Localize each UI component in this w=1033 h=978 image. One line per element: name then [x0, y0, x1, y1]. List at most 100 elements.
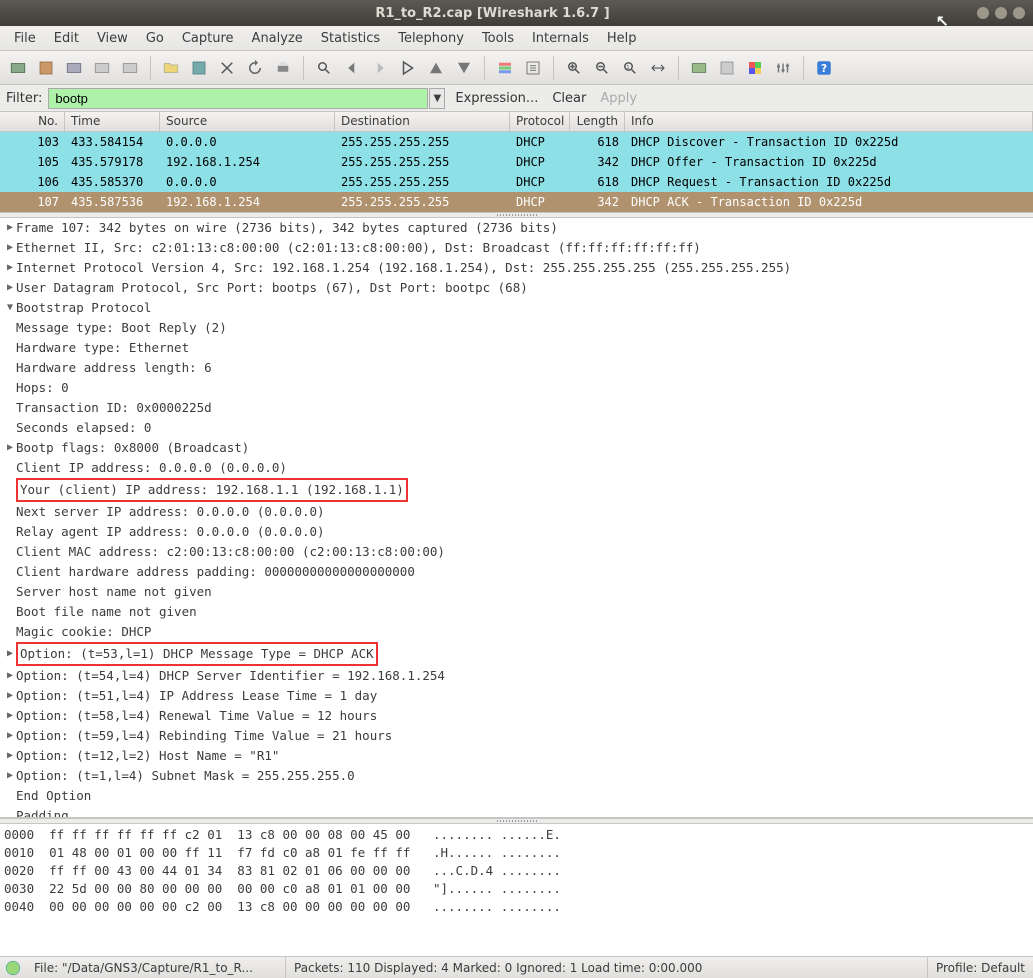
print-icon[interactable]: [271, 56, 295, 80]
detail-line[interactable]: Transaction ID: 0x0000225d: [0, 398, 1033, 418]
zoom-out-icon[interactable]: [590, 56, 614, 80]
detail-line[interactable]: ▶Bootp flags: 0x8000 (Broadcast): [0, 438, 1033, 458]
detail-line[interactable]: ▶Option: (t=12,l=2) Host Name = "R1": [0, 746, 1033, 766]
detail-line[interactable]: Client IP address: 0.0.0.0 (0.0.0.0): [0, 458, 1033, 478]
menu-edit[interactable]: Edit: [46, 28, 87, 49]
tree-toggle-icon[interactable]: ▶: [4, 258, 16, 278]
reload-icon[interactable]: [243, 56, 267, 80]
auto-scroll-icon[interactable]: [521, 56, 545, 80]
col-header-no[interactable]: No.: [0, 112, 65, 131]
col-header-info[interactable]: Info: [625, 112, 1033, 131]
detail-line[interactable]: Seconds elapsed: 0: [0, 418, 1033, 438]
go-back-icon[interactable]: [340, 56, 364, 80]
preferences-icon[interactable]: [771, 56, 795, 80]
detail-line[interactable]: Padding: [0, 806, 1033, 818]
open-file-icon[interactable]: [159, 56, 183, 80]
detail-line[interactable]: ▶Option: (t=59,l=4) Rebinding Time Value…: [0, 726, 1033, 746]
tree-toggle-icon[interactable]: ▶: [4, 766, 16, 786]
col-header-protocol[interactable]: Protocol: [510, 112, 570, 131]
menu-statistics[interactable]: Statistics: [313, 28, 388, 49]
menu-view[interactable]: View: [89, 28, 136, 49]
interfaces-icon[interactable]: [6, 56, 30, 80]
packet-row[interactable]: 106435.5853700.0.0.0255.255.255.255DHCP6…: [0, 172, 1033, 192]
menu-go[interactable]: Go: [138, 28, 172, 49]
close-file-icon[interactable]: [215, 56, 239, 80]
stop-capture-icon[interactable]: [90, 56, 114, 80]
tree-toggle-icon[interactable]: ▶: [4, 706, 16, 726]
maximize-button[interactable]: [995, 7, 1007, 19]
tree-toggle-icon[interactable]: ▶: [4, 746, 16, 766]
detail-line[interactable]: ▶Option: (t=58,l=4) Renewal Time Value =…: [0, 706, 1033, 726]
detail-line[interactable]: ▶Option: (t=53,l=1) DHCP Message Type = …: [0, 642, 1033, 666]
go-last-icon[interactable]: [452, 56, 476, 80]
detail-line[interactable]: ▶Option: (t=51,l=4) IP Address Lease Tim…: [0, 686, 1033, 706]
tree-toggle-icon[interactable]: ▶: [4, 644, 16, 664]
capture-options-icon[interactable]: [34, 56, 58, 80]
filter-input[interactable]: [48, 88, 428, 109]
detail-line[interactable]: Hops: 0: [0, 378, 1033, 398]
detail-line[interactable]: Your (client) IP address: 192.168.1.1 (1…: [0, 478, 1033, 502]
tree-toggle-icon[interactable]: ▶: [4, 666, 16, 686]
restart-capture-icon[interactable]: [118, 56, 142, 80]
menu-capture[interactable]: Capture: [174, 28, 242, 49]
menu-analyze[interactable]: Analyze: [244, 28, 311, 49]
menu-file[interactable]: File: [6, 28, 44, 49]
packet-row[interactable]: 103433.5841540.0.0.0255.255.255.255DHCP6…: [0, 132, 1033, 152]
detail-line[interactable]: ▶Option: (t=1,l=4) Subnet Mask = 255.255…: [0, 766, 1033, 786]
start-capture-icon[interactable]: [62, 56, 86, 80]
col-header-source[interactable]: Source: [160, 112, 335, 131]
detail-line[interactable]: ▶Frame 107: 342 bytes on wire (2736 bits…: [0, 218, 1033, 238]
detail-line[interactable]: Magic cookie: DHCP: [0, 622, 1033, 642]
col-header-length[interactable]: Length: [570, 112, 625, 131]
menu-internals[interactable]: Internals: [524, 28, 597, 49]
minimize-button[interactable]: [977, 7, 989, 19]
detail-line[interactable]: Server host name not given: [0, 582, 1033, 602]
filter-dropdown-icon[interactable]: ▼: [429, 88, 445, 109]
detail-line[interactable]: ▶Ethernet II, Src: c2:01:13:c8:00:00 (c2…: [0, 238, 1033, 258]
close-button[interactable]: [1013, 7, 1025, 19]
zoom-in-icon[interactable]: [562, 56, 586, 80]
go-to-packet-icon[interactable]: [396, 56, 420, 80]
expression-button[interactable]: Expression...: [451, 91, 542, 106]
display-filters-icon[interactable]: [715, 56, 739, 80]
detail-line[interactable]: Boot file name not given: [0, 602, 1033, 622]
detail-line[interactable]: Client MAC address: c2:00:13:c8:00:00 (c…: [0, 542, 1033, 562]
tree-toggle-icon[interactable]: ▶: [4, 726, 16, 746]
detail-line[interactable]: Message type: Boot Reply (2): [0, 318, 1033, 338]
tree-toggle-icon[interactable]: ▶: [4, 686, 16, 706]
detail-line[interactable]: ▶Option: (t=54,l=4) DHCP Server Identifi…: [0, 666, 1033, 686]
apply-button[interactable]: Apply: [596, 91, 641, 106]
detail-line[interactable]: Client hardware address padding: 0000000…: [0, 562, 1033, 582]
go-first-icon[interactable]: [424, 56, 448, 80]
tree-toggle-icon[interactable]: ▶: [4, 278, 16, 298]
tree-toggle-icon[interactable]: ▶: [4, 438, 16, 458]
capture-filters-icon[interactable]: [687, 56, 711, 80]
detail-line[interactable]: Next server IP address: 0.0.0.0 (0.0.0.0…: [0, 502, 1033, 522]
detail-line[interactable]: ▶Internet Protocol Version 4, Src: 192.1…: [0, 258, 1033, 278]
menu-tools[interactable]: Tools: [474, 28, 522, 49]
menu-telephony[interactable]: Telephony: [390, 28, 472, 49]
packet-row[interactable]: 105435.579178192.168.1.254255.255.255.25…: [0, 152, 1033, 172]
status-profile[interactable]: Profile: Default: [928, 957, 1033, 978]
go-forward-icon[interactable]: [368, 56, 392, 80]
detail-line[interactable]: Hardware address length: 6: [0, 358, 1033, 378]
detail-line[interactable]: Hardware type: Ethernet: [0, 338, 1033, 358]
detail-line[interactable]: ▼Bootstrap Protocol: [0, 298, 1033, 318]
col-header-time[interactable]: Time: [65, 112, 160, 131]
col-header-destination[interactable]: Destination: [335, 112, 510, 131]
coloring-rules-icon[interactable]: [743, 56, 767, 80]
packet-row[interactable]: 107435.587536192.168.1.254255.255.255.25…: [0, 192, 1033, 212]
detail-line[interactable]: Relay agent IP address: 0.0.0.0 (0.0.0.0…: [0, 522, 1033, 542]
tree-toggle-icon[interactable]: ▶: [4, 218, 16, 238]
resize-columns-icon[interactable]: [646, 56, 670, 80]
detail-line[interactable]: End Option: [0, 786, 1033, 806]
detail-line[interactable]: ▶User Datagram Protocol, Src Port: bootp…: [0, 278, 1033, 298]
menu-help[interactable]: Help: [599, 28, 645, 49]
zoom-reset-icon[interactable]: 1: [618, 56, 642, 80]
tree-toggle-icon[interactable]: ▼: [4, 298, 16, 318]
find-icon[interactable]: [312, 56, 336, 80]
tree-toggle-icon[interactable]: ▶: [4, 238, 16, 258]
clear-button[interactable]: Clear: [548, 91, 590, 106]
help-icon[interactable]: ?: [812, 56, 836, 80]
colorize-icon[interactable]: [493, 56, 517, 80]
